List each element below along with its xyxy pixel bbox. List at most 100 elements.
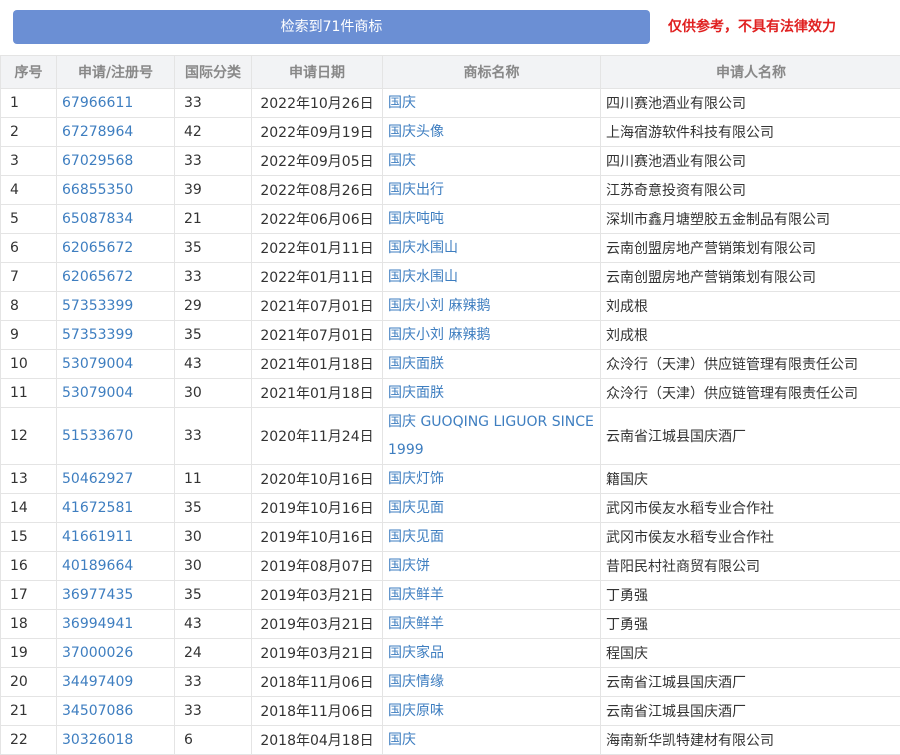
table-header: 序号 申请/注册号 国际分类 申请日期 商标名称 申请人名称: [0, 55, 900, 89]
applicant-cell: 武冈市侯友水稻专业合作社: [600, 493, 900, 523]
date-cell: 2022年01月11日: [251, 233, 383, 263]
trademark-name-link[interactable]: 国庆见面: [388, 500, 444, 516]
row-index: 22: [0, 725, 57, 755]
applicant-cell: 云南创盟房地产营销策划有限公司: [600, 233, 900, 263]
reg-number-link[interactable]: 30326018: [62, 732, 133, 748]
class-cell: 35: [174, 493, 252, 523]
class-cell: 43: [174, 349, 252, 379]
reg-number-link[interactable]: 53079004: [62, 385, 133, 401]
reg-number-cell: 37000026: [56, 638, 175, 668]
top-bar: 检索到71件商标 仅供参考，不具有法律效力: [0, 0, 900, 55]
trademark-name-link[interactable]: 国庆水围山: [388, 269, 458, 285]
reg-number-link[interactable]: 37000026: [62, 645, 133, 661]
trademark-name-link[interactable]: 国庆灯饰: [388, 471, 444, 487]
reg-number-link[interactable]: 34497409: [62, 674, 133, 690]
reg-number-link[interactable]: 66855350: [62, 182, 133, 198]
trademark-name-cell: 国庆鲜羊: [382, 609, 601, 639]
date-cell: 2022年06月06日: [251, 204, 383, 234]
trademark-name-link[interactable]: 国庆小刘 麻辣鹅: [388, 298, 490, 314]
reg-number-link[interactable]: 50462927: [62, 471, 133, 487]
col-header-applicant: 申请人名称: [600, 55, 900, 89]
applicant-cell: 江苏奇意投资有限公司: [600, 175, 900, 205]
reg-number-link[interactable]: 62065672: [62, 240, 133, 256]
applicant-cell: 海南新华凯特建材有限公司: [600, 725, 900, 755]
reg-number-cell: 66855350: [56, 175, 175, 205]
trademark-name-link[interactable]: 国庆 GUOQING LIGUOR SINCE 1999: [388, 414, 594, 458]
reg-number-link[interactable]: 36994941: [62, 616, 133, 632]
row-index: 1: [0, 88, 57, 118]
reg-number-cell: 53079004: [56, 349, 175, 379]
applicant-cell: 丁勇强: [600, 609, 900, 639]
table-row: 14 41672581 35 2019年10月16日 国庆见面 武冈市侯友水稻专业合作社: [0, 493, 900, 523]
date-cell: 2018年11月06日: [251, 667, 383, 697]
reg-number-link[interactable]: 41661911: [62, 529, 133, 545]
reg-number-link[interactable]: 57353399: [62, 327, 133, 343]
table-row: 8 57353399 29 2021年07月01日 国庆小刘 麻辣鹅 刘成根: [0, 291, 900, 321]
trademark-name-cell: 国庆吨吨: [382, 204, 601, 234]
trademark-name-cell: 国庆头像: [382, 117, 601, 147]
reg-number-link[interactable]: 36977435: [62, 587, 133, 603]
table-row: 20 34497409 33 2018年11月06日 国庆情缘 云南省江城县国庆酒厂: [0, 667, 900, 697]
reg-number-link[interactable]: 67029568: [62, 153, 133, 169]
reg-number-link[interactable]: 62065672: [62, 269, 133, 285]
class-cell: 35: [174, 320, 252, 350]
trademark-name-cell: 国庆见面: [382, 493, 601, 523]
trademark-name-link[interactable]: 国庆鲜羊: [388, 616, 444, 632]
reg-number-link[interactable]: 57353399: [62, 298, 133, 314]
col-header-no: 序号: [0, 55, 57, 89]
trademark-name-link[interactable]: 国庆小刘 麻辣鹅: [388, 327, 490, 343]
reg-number-link[interactable]: 65087834: [62, 211, 133, 227]
reg-number-link[interactable]: 67278964: [62, 124, 133, 140]
table-row: 13 50462927 11 2020年10月16日 国庆灯饰 籍国庆: [0, 464, 900, 494]
reg-number-cell: 51533670: [56, 407, 175, 465]
reg-number-cell: 57353399: [56, 320, 175, 350]
reg-number-link[interactable]: 53079004: [62, 356, 133, 372]
reg-number-link[interactable]: 34507086: [62, 703, 133, 719]
table-row: 19 37000026 24 2019年03月21日 国庆家品 程国庆: [0, 638, 900, 668]
trademark-name-cell: 国庆 GUOQING LIGUOR SINCE 1999: [382, 407, 601, 465]
row-index: 13: [0, 464, 57, 494]
table-row: 21 34507086 33 2018年11月06日 国庆原味 云南省江城县国庆酒厂: [0, 696, 900, 726]
trademark-name-link[interactable]: 国庆面朕: [388, 356, 444, 372]
trademark-name-link[interactable]: 国庆: [388, 732, 416, 748]
trademark-name-link[interactable]: 国庆鲜羊: [388, 587, 444, 603]
date-cell: 2022年10月26日: [251, 88, 383, 118]
trademark-name-cell: 国庆原味: [382, 696, 601, 726]
reg-number-link[interactable]: 41672581: [62, 500, 133, 516]
trademark-name-link[interactable]: 国庆吨吨: [388, 211, 444, 227]
trademark-name-cell: 国庆家品: [382, 638, 601, 668]
date-cell: 2019年10月16日: [251, 522, 383, 552]
trademark-name-link[interactable]: 国庆原味: [388, 703, 444, 719]
row-index: 3: [0, 146, 57, 176]
reg-number-cell: 36994941: [56, 609, 175, 639]
applicant-cell: 丁勇强: [600, 580, 900, 610]
class-cell: 33: [174, 88, 252, 118]
date-cell: 2019年03月21日: [251, 638, 383, 668]
trademark-name-link[interactable]: 国庆饼: [388, 558, 430, 574]
reg-number-cell: 40189664: [56, 551, 175, 581]
trademark-name-link[interactable]: 国庆面朕: [388, 385, 444, 401]
date-cell: 2022年09月19日: [251, 117, 383, 147]
trademark-name-link[interactable]: 国庆情缘: [388, 674, 444, 690]
trademark-name-link[interactable]: 国庆出行: [388, 182, 444, 198]
trademark-name-link[interactable]: 国庆家品: [388, 645, 444, 661]
trademark-name-cell: 国庆饼: [382, 551, 601, 581]
trademark-name-cell: 国庆: [382, 146, 601, 176]
disclaimer-text: 仅供参考，不具有法律效力: [668, 19, 836, 35]
reg-number-link[interactable]: 67966611: [62, 95, 133, 111]
reg-number-link[interactable]: 40189664: [62, 558, 133, 574]
trademark-name-link[interactable]: 国庆水围山: [388, 240, 458, 256]
trademark-name-link[interactable]: 国庆: [388, 153, 416, 169]
trademark-name-link[interactable]: 国庆头像: [388, 124, 444, 140]
row-index: 18: [0, 609, 57, 639]
trademark-name-link[interactable]: 国庆: [388, 95, 416, 111]
class-cell: 30: [174, 522, 252, 552]
table-row: 2 67278964 42 2022年09月19日 国庆头像 上海宿游软件科技有限公司: [0, 117, 900, 147]
class-cell: 30: [174, 551, 252, 581]
row-index: 11: [0, 378, 57, 408]
reg-number-link[interactable]: 51533670: [62, 428, 133, 444]
reg-number-cell: 41661911: [56, 522, 175, 552]
row-index: 6: [0, 233, 57, 263]
trademark-name-link[interactable]: 国庆见面: [388, 529, 444, 545]
search-result-count-button[interactable]: 检索到71件商标: [13, 10, 650, 44]
